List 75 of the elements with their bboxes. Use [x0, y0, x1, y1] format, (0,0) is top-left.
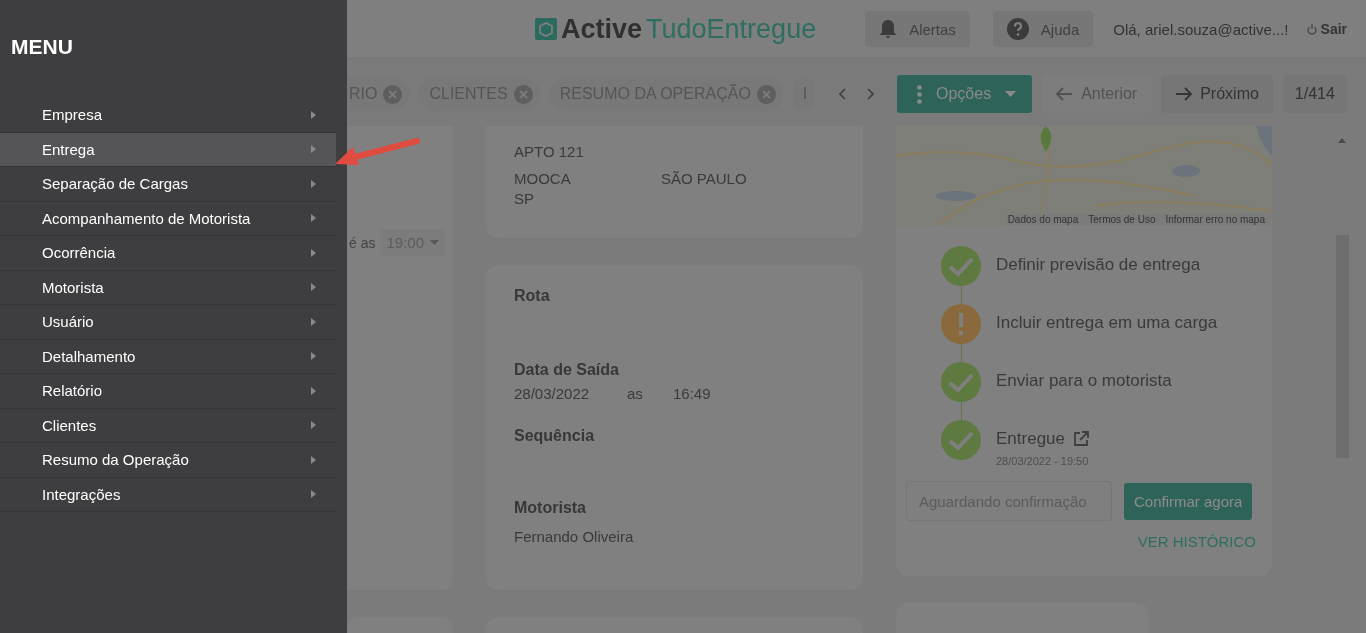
logo-text: Active — [561, 13, 643, 45]
external-link-icon[interactable] — [1073, 431, 1089, 447]
map-attribution-link[interactable]: Termos de Uso — [1088, 214, 1156, 225]
chevron-right-icon — [866, 88, 874, 100]
menu-item[interactable]: Clientes — [0, 408, 336, 443]
address-text: SP — [514, 189, 535, 209]
menu-item[interactable]: Empresa — [0, 98, 336, 133]
menu-item[interactable]: Separação de Cargas — [0, 167, 336, 202]
driver-name: Fernando Oliveira — [514, 528, 635, 545]
address-text: APTO 121 — [514, 142, 585, 162]
arrow-right-icon — [1175, 87, 1193, 101]
power-icon — [1306, 23, 1317, 35]
logo-icon — [535, 18, 557, 40]
check-icon — [941, 420, 981, 460]
close-icon[interactable] — [513, 84, 533, 104]
menu-item[interactable]: Ocorrência — [0, 236, 336, 271]
caret-down-icon — [430, 240, 439, 245]
address-text: SÃO PAULO — [661, 169, 747, 189]
kebab-icon — [917, 84, 922, 104]
caret-icon — [311, 110, 316, 119]
step-label: Enviar para o motorista — [996, 371, 1172, 391]
caret-icon — [311, 317, 316, 326]
alerts-button[interactable]: Alertas — [865, 11, 970, 47]
caret-icon — [311, 386, 316, 395]
logo-text: TudoEntregue — [646, 13, 817, 45]
step-label: Definir previsão de entrega — [996, 255, 1201, 275]
scroll-up-icon[interactable] — [1338, 138, 1346, 143]
record-counter: 1/414 — [1282, 75, 1347, 113]
menu-item[interactable]: Detalhamento — [0, 339, 336, 374]
date-value: 28/03/2022 — [514, 385, 591, 402]
menu-item[interactable]: Motorista — [0, 270, 336, 305]
section-label: Motorista — [514, 499, 587, 517]
help-icon — [1006, 18, 1029, 40]
time-label: é as — [349, 234, 376, 251]
caret-icon — [311, 352, 316, 361]
confirm-button[interactable]: Confirmar agora — [1124, 483, 1253, 520]
menu-item[interactable]: Relatório — [0, 374, 336, 409]
options-button[interactable]: Opções — [897, 75, 1033, 113]
chevron-left-icon — [838, 88, 846, 100]
bell-icon — [879, 19, 898, 39]
section-label: Sequência — [514, 427, 596, 445]
caret-icon — [311, 179, 316, 188]
caret-down-icon — [1005, 91, 1017, 97]
menu-item[interactable]: Resumo da Operação — [0, 443, 336, 478]
caret-icon — [311, 283, 316, 292]
step-label: Incluir entrega em uma carga — [996, 313, 1218, 333]
menu-item[interactable]: Usuário — [0, 305, 336, 340]
date-connector: as — [627, 385, 644, 402]
map-attribution-link[interactable]: Dados do mapa — [1007, 214, 1079, 225]
user-greeting: Olá, ariel.souza@active...! — [1113, 20, 1289, 38]
check-icon — [941, 362, 981, 402]
close-icon[interactable] — [756, 84, 776, 104]
caret-icon — [311, 248, 316, 257]
menu-item[interactable]: Entrega — [0, 132, 336, 167]
caret-icon — [311, 214, 316, 223]
map-attribution-link[interactable]: Informar erro no mapa — [1165, 214, 1265, 225]
menu-item[interactable]: Acompanhamento de Motorista — [0, 201, 336, 236]
address-text: MOOCA — [514, 169, 572, 189]
step-label: Entregue — [996, 429, 1065, 449]
section-label: Data de Saída — [514, 361, 620, 379]
menu-item[interactable]: Integrações — [0, 477, 336, 512]
caret-icon — [311, 490, 316, 499]
help-button[interactable]: Ajuda — [992, 11, 1094, 47]
logout-link[interactable]: Sair — [1306, 21, 1347, 37]
time-value: 16:49 — [673, 385, 711, 402]
caret-icon — [311, 455, 316, 464]
section-label: Rota — [514, 287, 551, 305]
menu-title: MENU — [10, 34, 74, 60]
next-button[interactable]: Próximo — [1161, 75, 1273, 113]
arrow-left-icon — [1056, 87, 1074, 101]
close-icon[interactable] — [383, 84, 403, 104]
caret-icon — [311, 145, 316, 154]
check-icon — [941, 246, 981, 286]
caret-icon — [311, 421, 316, 430]
warning-icon — [941, 304, 981, 344]
